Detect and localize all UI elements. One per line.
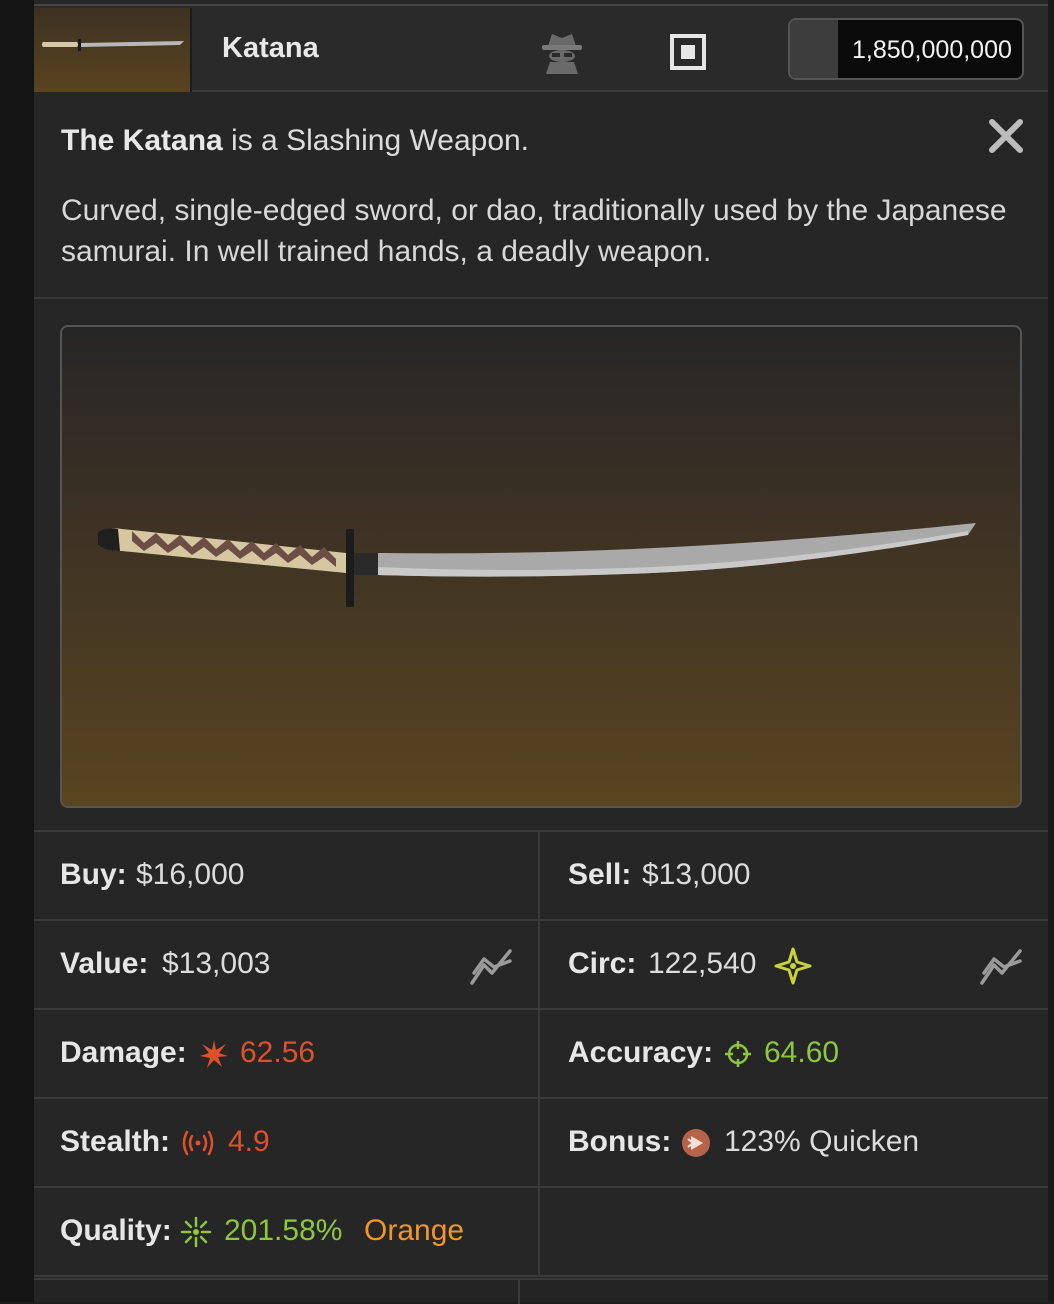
stats-row: Stealth: 4.9 Bonus: 123% Quicken	[34, 1099, 1048, 1188]
item-type-text: is a Slashing Weapon.	[222, 124, 530, 157]
accuracy-crosshair-icon	[725, 1041, 751, 1067]
stealth-signal-icon	[182, 1130, 214, 1156]
damage-cell: Damage: 62.56	[34, 1010, 540, 1097]
stats-row: Damage: 62.56 Accuracy: 64.60	[34, 1010, 1048, 1099]
item-type-line: The Katana is a Slashing Weapon.	[61, 124, 529, 158]
item-description: The Katana is a Slashing Weapon. Curved,…	[34, 94, 1048, 299]
item-info-panel: Katana 1,850,000,000 The Katana is a Sla…	[34, 0, 1048, 1304]
stealth-label: Stealth:	[60, 1125, 171, 1158]
bonus-cell: Bonus: 123% Quicken	[542, 1099, 1048, 1186]
bottom-bar	[34, 1278, 1048, 1304]
circulation-star-icon	[774, 947, 812, 985]
accuracy-label: Accuracy:	[568, 1036, 714, 1069]
spy-icon[interactable]	[534, 24, 590, 80]
bonus-value: 123% Quicken	[724, 1125, 920, 1158]
quicken-bonus-icon	[682, 1129, 710, 1157]
bottom-divider	[518, 1280, 520, 1304]
value-cell: Value: $13,003	[34, 921, 540, 1008]
circ-cell: Circ: 122,540	[542, 921, 1048, 1008]
sell-cell: Sell: $13,000	[542, 832, 1048, 919]
katana-image	[98, 523, 976, 607]
empty-cell	[542, 1188, 1048, 1275]
sell-value: $13,000	[642, 858, 751, 891]
stats-row: Quality: 201.58% Orange	[34, 1188, 1048, 1277]
value-value: $13,003	[162, 947, 271, 980]
damage-label: Damage:	[60, 1036, 187, 1069]
money-amount: 1,850,000,000	[852, 36, 1012, 64]
item-image	[60, 325, 1022, 808]
close-icon[interactable]	[986, 116, 1026, 156]
quality-tier: Orange	[364, 1214, 465, 1247]
circ-value: 122,540	[648, 947, 757, 980]
money-swatch	[790, 20, 838, 78]
accuracy-value: 64.60	[764, 1036, 840, 1069]
accuracy-cell: Accuracy: 64.60	[542, 1010, 1048, 1097]
damage-icon	[200, 1040, 228, 1068]
item-description-text: Curved, single-edged sword, or dao, trad…	[61, 194, 1007, 268]
sell-label: Sell:	[568, 858, 632, 891]
value-graph-icon[interactable]	[470, 947, 514, 985]
damage-value: 62.56	[240, 1036, 316, 1069]
item-header: Katana 1,850,000,000	[34, 4, 1048, 92]
katana-thumbnail-icon	[42, 39, 184, 51]
stats-row: Value: $13,003 Circ: 122,540	[34, 921, 1048, 1010]
item-thumbnail[interactable]	[34, 8, 192, 92]
quality-cell: Quality: 201.58% Orange	[34, 1188, 540, 1275]
circ-graph-icon[interactable]	[980, 947, 1024, 985]
left-rail	[0, 0, 34, 1302]
stats-row: Buy: $16,000 Sell: $13,000	[34, 832, 1048, 921]
item-stats: Buy: $16,000 Sell: $13,000 Value: $13,00…	[34, 830, 1048, 1277]
quality-label: Quality:	[60, 1214, 172, 1247]
equip-square-icon[interactable]	[660, 24, 716, 80]
value-label: Value:	[60, 947, 149, 980]
buy-cell: Buy: $16,000	[34, 832, 540, 919]
item-name: Katana	[222, 32, 319, 64]
quality-sparkle-icon	[180, 1216, 212, 1248]
stealth-value: 4.9	[228, 1125, 270, 1158]
stealth-cell: Stealth: 4.9	[34, 1099, 540, 1186]
bonus-label: Bonus:	[568, 1125, 672, 1158]
quality-value: 201.58%	[224, 1214, 343, 1247]
buy-value: $16,000	[136, 858, 245, 891]
right-scrollbar[interactable]	[1048, 0, 1054, 1302]
money-display[interactable]: 1,850,000,000	[788, 18, 1024, 80]
item-full-name: The Katana	[61, 124, 223, 157]
circ-label: Circ:	[568, 947, 637, 980]
buy-label: Buy:	[60, 858, 127, 891]
